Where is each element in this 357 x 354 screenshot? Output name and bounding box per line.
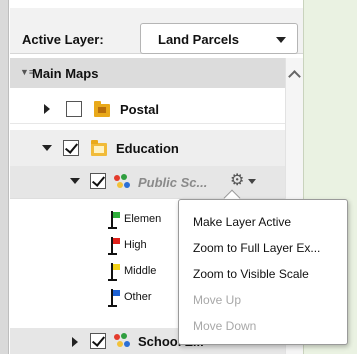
expand-arrow-icon[interactable]	[44, 104, 50, 114]
legend-item-label: Middle	[124, 265, 157, 277]
layer-row-public-schools[interactable]: Public Sc... ⚙	[10, 166, 285, 198]
group-header-main-maps[interactable]: ▼≡ Main Maps	[10, 58, 285, 88]
legend-item-label: Elemen	[124, 213, 162, 225]
chevron-down-icon	[276, 37, 286, 43]
group-title: Main Maps	[32, 66, 99, 81]
layer-list-window: Active Layer: Land Parcels ▼≡ Main Maps …	[0, 0, 357, 354]
legend-item-label: Other	[124, 291, 152, 303]
left-frame-edge	[0, 0, 9, 354]
layer-row-education[interactable]: Education	[10, 130, 285, 166]
menu-item-zoom-visible-scale[interactable]: Zoom to Visible Scale	[193, 264, 309, 284]
public-schools-checkbox[interactable]	[90, 173, 106, 189]
flag-yellow-icon	[108, 263, 120, 281]
school-layer-icon	[114, 333, 132, 349]
menu-item-make-layer-active[interactable]: Make Layer Active	[193, 212, 291, 232]
layer-row-postal[interactable]: Postal	[10, 94, 285, 124]
public-schools-label: Public Sc...	[138, 175, 208, 190]
layer-context-menu: Make Layer Active Zoom to Full Layer Ex.…	[178, 199, 348, 345]
folder-icon	[94, 101, 110, 117]
flag-red-icon	[108, 237, 120, 255]
legend-item-label: High	[124, 239, 147, 251]
collapse-arrow-icon[interactable]	[42, 145, 52, 151]
active-layer-select[interactable]: Land Parcels	[140, 23, 298, 54]
gear-icon[interactable]: ⚙	[230, 173, 244, 189]
chevron-up-icon[interactable]	[288, 70, 301, 83]
education-checkbox[interactable]	[63, 140, 79, 156]
menu-item-move-down: Move Down	[193, 319, 257, 333]
school-zones-checkbox[interactable]	[90, 333, 106, 349]
active-layer-label: Active Layer:	[22, 32, 104, 47]
active-layer-value: Land Parcels	[158, 32, 239, 47]
collapse-arrow-icon[interactable]	[70, 178, 80, 184]
expand-arrow-icon[interactable]	[72, 337, 78, 347]
postal-checkbox[interactable]	[66, 101, 82, 117]
folder-open-icon	[91, 140, 107, 156]
school-layer-icon	[114, 174, 132, 190]
active-layer-bar: Active Layer: Land Parcels	[10, 8, 303, 54]
flag-green-icon	[108, 211, 120, 229]
chevron-down-icon[interactable]	[248, 179, 256, 184]
postal-label: Postal	[120, 102, 160, 117]
menu-item-move-up: Move Up	[193, 293, 242, 307]
flag-blue-icon	[108, 289, 120, 307]
education-label: Education	[116, 141, 179, 156]
menu-item-zoom-full-extent[interactable]: Zoom to Full Layer Ex...	[193, 238, 320, 258]
